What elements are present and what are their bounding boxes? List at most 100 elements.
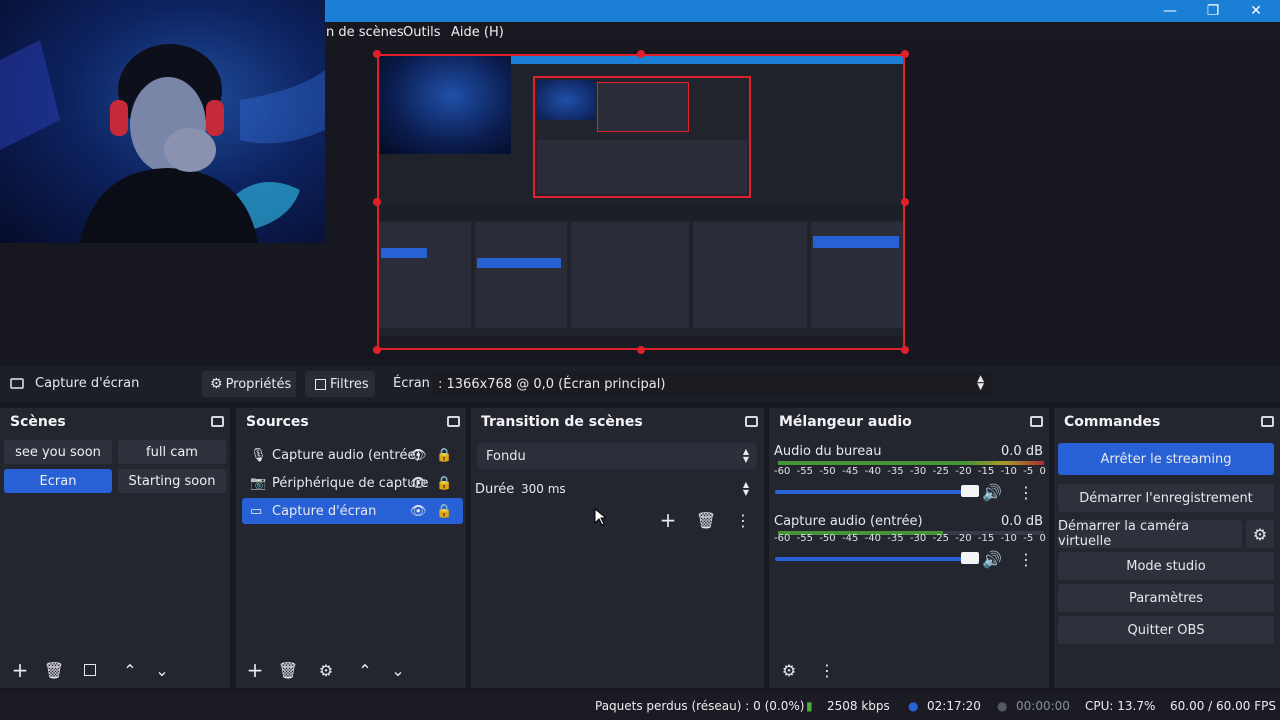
settings-button[interactable]: Paramètres	[1058, 584, 1274, 612]
resize-handle-r[interactable]	[901, 198, 909, 206]
resize-handle-t[interactable]	[637, 50, 645, 58]
quit-button[interactable]: Quitter OBS	[1058, 616, 1274, 644]
scene-item-active[interactable]: Ecran	[4, 469, 112, 493]
transitions-title: Transition de scènes	[481, 414, 643, 430]
meter-tick: -55	[796, 533, 813, 544]
mixer-settings-icon[interactable]: ⚙	[777, 658, 801, 682]
record-time: 00:00:00	[1016, 699, 1070, 713]
undock-icon[interactable]	[211, 416, 224, 427]
meter-tick: -40	[864, 533, 881, 544]
channel-name: Audio du bureau	[774, 444, 882, 459]
start-recording-button[interactable]: Démarrer l'enregistrement	[1058, 484, 1274, 512]
scene-item[interactable]: see you soon	[4, 440, 112, 464]
duration-label: Durée	[475, 482, 515, 497]
eye-icon[interactable]: 👁	[410, 448, 427, 463]
duration-spinbox[interactable]: 300 ms ▲ ▼	[515, 476, 757, 502]
resize-handle-br[interactable]	[901, 346, 909, 354]
volume-meter	[778, 461, 1044, 465]
maximize-button[interactable]: ❐	[1191, 0, 1235, 22]
gear-icon[interactable]: ⚙	[1246, 520, 1274, 548]
gear-icon: ⚙	[210, 376, 223, 392]
undock-icon[interactable]	[1030, 416, 1043, 427]
volume-slider[interactable]	[775, 552, 979, 564]
transition-select[interactable]: Fondu ▲ ▼	[477, 443, 757, 469]
add-source-icon[interactable]: +	[243, 658, 267, 682]
lock-icon[interactable]: 🔒	[436, 448, 452, 463]
source-item-active[interactable]: ▭ Capture d'écran 👁 🔒	[242, 498, 463, 524]
fps: 60.00 / 60.00 FPS	[1170, 699, 1276, 713]
speaker-icon[interactable]: 🔊	[980, 547, 1004, 571]
undock-icon[interactable]	[1261, 416, 1274, 427]
microphone-icon: 🎙	[250, 447, 267, 463]
move-down-icon[interactable]: ⌄	[386, 658, 410, 682]
meter-scale: -60 -55 -50 -45 -40 -35 -30 -25 -20 -15 -10 -5 0	[774, 466, 1046, 477]
slider-handle[interactable]	[961, 485, 979, 497]
move-down-icon[interactable]: ⌄	[150, 658, 174, 682]
lock-icon[interactable]: 🔒	[436, 504, 452, 519]
status-bar: Paquets perdus (réseau) : 0 (0.0%) ▮ 250…	[0, 694, 1280, 720]
meter-tick: -30	[909, 533, 927, 544]
move-up-icon[interactable]: ⌃	[353, 658, 377, 682]
nested-scenes	[379, 222, 471, 328]
speaker-icon[interactable]: 🔊	[980, 480, 1004, 504]
source-item[interactable]: 📷 Périphérique de capture 👁 🔒	[242, 470, 463, 496]
move-up-icon[interactable]: ⌃	[118, 658, 142, 682]
trash-icon[interactable]: 🗑	[694, 508, 718, 532]
studio-mode-button[interactable]: Mode studio	[1058, 552, 1274, 580]
nested-sources	[475, 222, 567, 328]
resize-handle-b[interactable]	[637, 346, 645, 354]
meter-tick: -60	[774, 466, 791, 477]
scene-item[interactable]: full cam	[118, 440, 226, 464]
scene-filter-icon[interactable]	[78, 658, 102, 682]
filters-button[interactable]: Filtres	[305, 371, 375, 397]
menu-scene-collection[interactable]: n de scènes	[326, 25, 404, 40]
menu-help[interactable]: Aide (H)	[451, 25, 504, 40]
preview-canvas[interactable]	[377, 54, 905, 350]
undock-icon[interactable]	[447, 416, 460, 427]
bitrate: 2508 kbps	[827, 699, 890, 713]
channel-name: Capture audio (entrée)	[774, 514, 923, 529]
trash-icon[interactable]: 🗑	[42, 658, 66, 682]
meter-tick: -45	[841, 533, 859, 544]
resize-handle-l[interactable]	[373, 198, 381, 206]
more-icon[interactable]: ⋮	[1014, 480, 1038, 504]
screen-label: Écran	[393, 376, 430, 391]
more-icon[interactable]: ⋮	[731, 508, 755, 532]
resize-handle-bl[interactable]	[373, 346, 381, 354]
nested-mixer	[693, 222, 807, 328]
virtual-camera-button[interactable]: Démarrer la caméra virtuelle	[1058, 519, 1242, 549]
scene-item[interactable]: Starting soon	[118, 469, 226, 493]
meter-tick: -25	[932, 466, 949, 477]
eye-icon[interactable]: 👁	[410, 476, 427, 491]
more-icon[interactable]: ⋮	[1014, 547, 1038, 571]
stop-streaming-button[interactable]: Arrêter le streaming	[1058, 443, 1274, 475]
volume-slider[interactable]	[775, 485, 979, 497]
source-item[interactable]: 🎙 Capture audio (entrée) 👁 🔒	[242, 442, 463, 468]
meter-tick: 0	[1039, 466, 1046, 477]
meter-tick: -25	[932, 533, 949, 544]
meter-tick: -35	[887, 466, 904, 477]
meter-tick: -60	[774, 533, 791, 544]
close-button[interactable]: ✕	[1234, 0, 1278, 22]
add-transition-icon[interactable]: +	[656, 508, 680, 532]
lock-icon[interactable]: 🔒	[436, 476, 452, 491]
meter-tick: -55	[796, 466, 813, 477]
camera-icon: 📷	[250, 475, 267, 491]
slider-handle[interactable]	[961, 552, 979, 564]
resize-handle-tl[interactable]	[373, 50, 381, 58]
add-scene-icon[interactable]: +	[8, 658, 32, 682]
gear-icon[interactable]: ⚙	[314, 658, 338, 682]
webcam-video	[0, 40, 325, 243]
minimize-button[interactable]: —	[1148, 0, 1192, 22]
mouse-cursor-icon	[594, 508, 606, 526]
undock-icon[interactable]	[745, 416, 758, 427]
source-toolbar: Capture d'écran ⚙ Propriétés Filtres Écra…	[0, 366, 1280, 402]
more-icon[interactable]: ⋮	[815, 658, 839, 682]
resize-handle-tr[interactable]	[901, 50, 909, 58]
eye-icon[interactable]: 👁	[410, 504, 427, 519]
menu-tools[interactable]: Outils	[403, 25, 441, 40]
meter-tick: -30	[909, 466, 927, 477]
trash-icon[interactable]: 🗑	[276, 658, 300, 682]
properties-button[interactable]: ⚙ Propriétés	[202, 371, 296, 397]
screen-select[interactable]: : 1366x768 @ 0,0 (Écran principal) ▲ ▼	[432, 371, 992, 397]
